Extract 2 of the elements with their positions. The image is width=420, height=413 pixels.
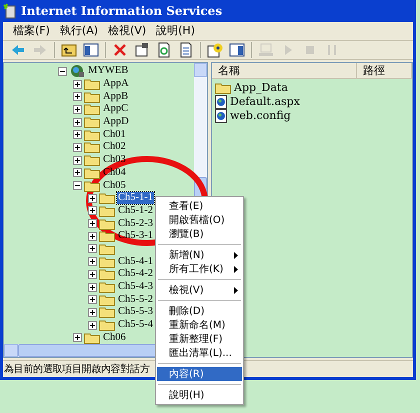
window-title: Internet Information Services: [21, 3, 222, 20]
status-text: 為目前的選取項目開啟內容對話方: [4, 362, 150, 376]
